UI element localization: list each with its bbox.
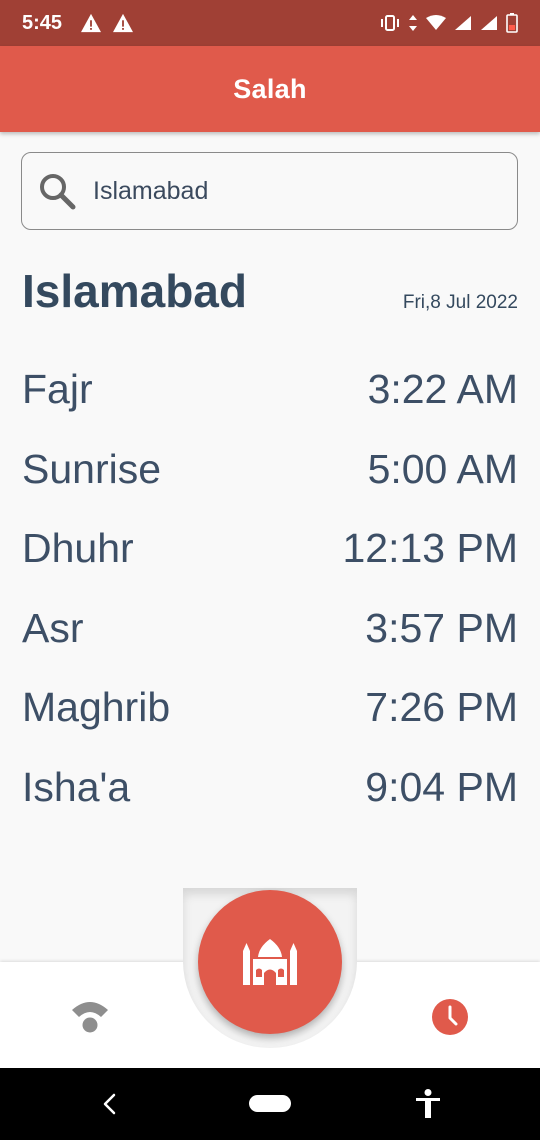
prayer-row-dhuhr: Dhuhr 12:13 PM [22, 509, 518, 589]
prayer-row-ishaa: Isha'a 9:04 PM [22, 748, 518, 828]
prayer-row-fajr: Fajr 3:22 AM [22, 350, 518, 430]
accessibility-icon[interactable] [414, 1088, 442, 1120]
back-icon[interactable] [100, 1092, 120, 1116]
home-fab-button[interactable] [198, 890, 342, 1034]
prayer-time: 3:22 AM [367, 366, 518, 413]
search-box[interactable] [21, 152, 518, 230]
prayer-row-maghrib: Maghrib 7:26 PM [22, 668, 518, 748]
prayer-times-list: Fajr 3:22 AM Sunrise 5:00 AM Dhuhr 12:13… [22, 350, 518, 827]
city-title: Islamabad [22, 265, 247, 317]
status-time: 5:45 [22, 11, 63, 34]
prayer-name: Maghrib [22, 684, 171, 731]
status-indicators [380, 13, 518, 33]
prayer-row-sunrise: Sunrise 5:00 AM [22, 430, 518, 510]
app-bar: Salah [0, 46, 540, 132]
prayer-name: Asr [22, 604, 84, 651]
prayer-time: 12:13 PM [342, 525, 519, 572]
prayer-time: 3:57 PM [365, 604, 518, 651]
data-arrows-icon [409, 15, 417, 31]
prayer-name: Isha'a [22, 763, 131, 810]
signal-icon [481, 16, 497, 30]
vibrate-icon [381, 15, 399, 31]
prayer-time: 5:00 AM [367, 445, 518, 492]
signal-icon [455, 16, 471, 30]
search-icon [40, 174, 76, 210]
date-label: Fri,8 Jul 2022 [402, 292, 518, 313]
wifi-icon [426, 15, 446, 30]
mosque-icon [243, 939, 297, 985]
app-title: Salah [233, 73, 307, 104]
prayer-row-asr: Asr 3:57 PM [22, 589, 518, 669]
clock-icon[interactable] [431, 998, 469, 1036]
prayer-name: Dhuhr [22, 525, 134, 572]
prayer-time: 7:26 PM [365, 684, 518, 731]
warning-icon [81, 13, 102, 33]
prayer-name: Fajr [22, 366, 93, 413]
wifi-icon[interactable] [70, 996, 110, 1034]
battery-icon [506, 13, 518, 33]
search-input[interactable] [93, 176, 473, 206]
system-nav-bar [0, 1068, 540, 1140]
prayer-time: 9:04 PM [365, 763, 518, 810]
warning-icon [113, 13, 134, 33]
status-bar: 5:45 [0, 0, 540, 46]
home-pill[interactable] [249, 1095, 291, 1112]
prayer-name: Sunrise [22, 445, 162, 492]
